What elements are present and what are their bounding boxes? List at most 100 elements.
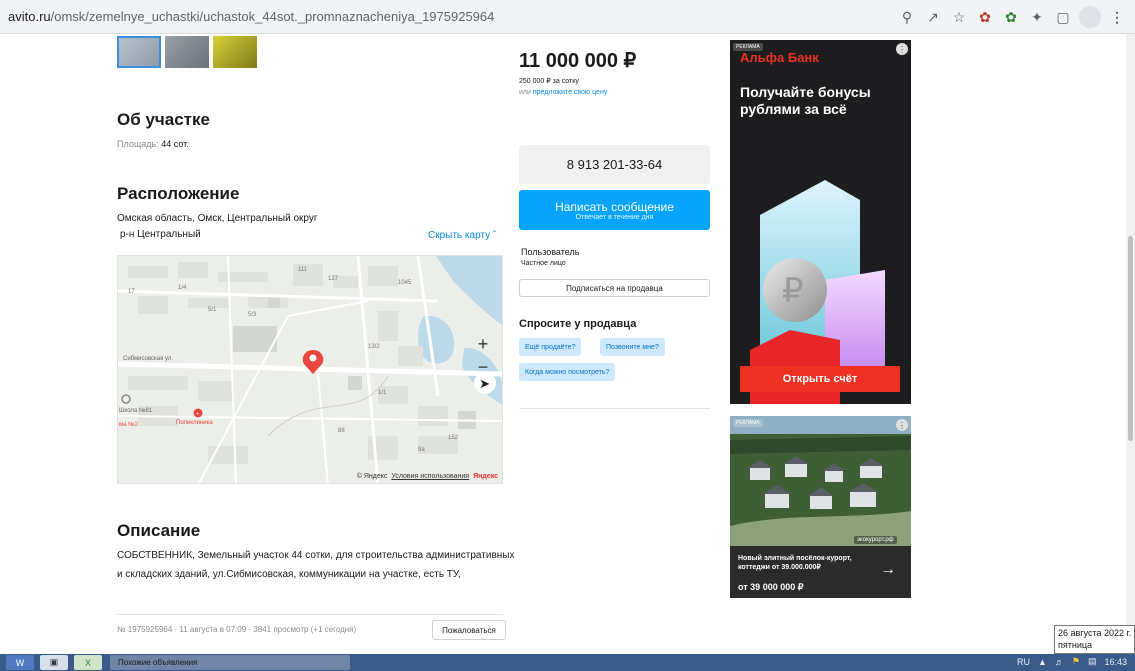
svg-text:5/1: 5/1	[208, 307, 217, 313]
listing-meta: № 1975925964 · 11 августа в 07:09 · 3841…	[117, 625, 357, 634]
open-account-button[interactable]: Открыть счёт	[740, 366, 900, 392]
word-app-icon[interactable]: W	[6, 655, 34, 670]
response-time: Отвечает в течение дня	[575, 213, 654, 221]
ad-more-icon[interactable]: ⋮	[896, 43, 908, 55]
zoom-in-button[interactable]: +	[478, 334, 489, 355]
language-indicator[interactable]: RU	[1017, 657, 1030, 667]
svg-text:152: 152	[448, 435, 459, 441]
zoom-icon[interactable]: ⚲	[897, 7, 917, 27]
quick-question-chip[interactable]: Позвоните мне?	[600, 338, 665, 356]
network-icon[interactable]: ▤	[1088, 656, 1097, 667]
cottage-village-ad[interactable]: РЕКЛАМА ⋮ экокурорт.рф Новый элитный пос…	[730, 416, 911, 598]
location-address: Омская область, Омск, Центральный округ	[117, 213, 318, 224]
active-window-button[interactable]: Похожие объявления	[110, 655, 350, 670]
map-school2-label: ма №2	[119, 422, 138, 428]
seller-name[interactable]: Пользователь	[521, 247, 579, 257]
description-title: Описание	[117, 521, 201, 540]
map-school-label: Школа №81	[119, 408, 153, 414]
yandex-logo: Яндекс	[473, 473, 498, 480]
alfa-bank-logo: Альфа Банк	[740, 50, 819, 65]
offer-price-link[interactable]: предложите свою цену	[533, 89, 607, 96]
navigation-arrow-icon[interactable]: ➤	[479, 376, 490, 392]
svg-text:9а: 9а	[418, 447, 425, 453]
photo-thumbnail[interactable]	[165, 36, 209, 68]
ad-headline: Получайте бонусы рублями за всё	[740, 84, 871, 117]
profile-icon[interactable]	[1079, 6, 1101, 28]
svg-text:13/2: 13/2	[368, 344, 380, 350]
ad-site-label: экокурорт.рф	[854, 536, 897, 544]
scrollbar-thumb[interactable]	[1128, 236, 1133, 441]
menu-icon[interactable]: ⋮	[1107, 7, 1127, 27]
offer-prefix: или	[519, 89, 531, 96]
map-terms-link[interactable]: Условия использования	[391, 473, 469, 480]
quick-question-chip[interactable]: Когда можно посмотреть?	[519, 363, 616, 381]
extension-icon[interactable]: ✿	[1001, 7, 1021, 27]
area-value: 44 сот.	[161, 139, 189, 149]
area-row: Площадь: 44 сот.	[117, 139, 189, 149]
url-domain: avito.ru	[8, 9, 51, 24]
url-path: /omsk/zemelnye_uchastki/uchastok_44sot._…	[50, 9, 495, 24]
write-message-button[interactable]: Написать сообщение Отвечает в течение дн…	[519, 190, 710, 230]
seller-type: Частное лицо	[521, 260, 566, 267]
photo-thumbnails	[117, 36, 257, 68]
address-bar[interactable]: avito.ru/omsk/zemelnye_uchastki/uchastok…	[8, 9, 494, 24]
explorer-app-icon[interactable]: ▣	[40, 655, 68, 670]
ask-seller-title: Спросите у продавца	[519, 318, 637, 330]
excel-app-icon[interactable]: X	[74, 655, 102, 670]
sidebar-icon[interactable]: ▢	[1053, 7, 1073, 27]
svg-text:111: 111	[298, 267, 308, 273]
complain-button[interactable]: Пожаловаться	[432, 620, 506, 640]
tray-arrow-icon[interactable]: ▲	[1038, 657, 1047, 667]
quick-question-chip[interactable]: Ещё продаёте?	[519, 338, 582, 356]
photo-thumbnail[interactable]	[213, 36, 257, 68]
svg-text:₽: ₽	[782, 272, 804, 310]
svg-text:88: 88	[338, 428, 345, 434]
zoom-out-button[interactable]: −	[478, 357, 489, 378]
area-label: Площадь:	[117, 139, 159, 149]
browser-toolbar: avito.ru/omsk/zemelnye_uchastki/uchastok…	[0, 0, 1135, 34]
bookmark-star-icon[interactable]: ☆	[949, 7, 969, 27]
write-message-label: Написать сообщение	[555, 199, 674, 214]
price-per-unit: 250 000 ₽ за сотку	[519, 78, 579, 85]
price-value: 11 000 000 ₽	[519, 50, 637, 72]
ad-photo	[730, 416, 911, 546]
hide-map-link[interactable]: Скрыть карту ˆ	[428, 230, 496, 241]
svg-text:17: 17	[128, 289, 135, 295]
svg-text:127: 127	[328, 276, 339, 282]
description-line: и складских зданий, ул.Сибмисовская, ком…	[117, 569, 461, 580]
location-district: р-н Центральный	[120, 229, 201, 240]
alfa-bank-ad[interactable]: ₽ РЕКЛАМА ⋮ Альфа Банк Получайте бонусы …	[730, 40, 911, 404]
tooltip-weekday: пятница	[1058, 640, 1093, 650]
map-canvas: + 111 5/1 127 1045 5/3 1/4 13/2 1/1 152 9а 88 17	[118, 256, 502, 483]
ad-label: РЕКЛАМА	[733, 419, 763, 427]
map-copyright: © Яндекс	[356, 473, 388, 480]
map-street-label: Сибмисовская ул.	[123, 356, 174, 362]
tooltip-date: 26 августа 2022 г.	[1058, 628, 1132, 638]
ad-more-icon[interactable]: ⋮	[896, 419, 908, 431]
subscribe-seller-button[interactable]: Подписаться на продавца	[519, 279, 710, 297]
show-phone-button[interactable]: 8 913 201-33-64	[519, 145, 710, 184]
svg-text:5/3: 5/3	[248, 312, 257, 318]
clock[interactable]: 16:43	[1104, 657, 1127, 667]
system-tray: RU ▲ ♬ ⚑ ▤ 16:43	[1017, 656, 1127, 667]
svg-text:1/1: 1/1	[378, 390, 387, 396]
extension-icon[interactable]: ✿	[975, 7, 995, 27]
date-tooltip: 26 августа 2022 г. пятница	[1054, 625, 1135, 654]
map-zoom-controls: + −	[472, 334, 494, 378]
svg-text:1045: 1045	[398, 280, 412, 286]
photo-thumbnail[interactable]	[117, 36, 161, 68]
volume-icon[interactable]: ♬	[1055, 657, 1064, 667]
ad-price: от 39 000 000 ₽	[738, 582, 804, 592]
offer-row: или предложите свою цену	[519, 89, 607, 96]
divider	[117, 614, 503, 615]
ad-text: Новый элитный посёлок-курорт, коттеджи о…	[738, 555, 852, 571]
description-line: СОБСТВЕННИК, Земельный участок 44 сотки,…	[117, 550, 515, 561]
map-clinic-label: Поликлиника	[176, 420, 213, 426]
arrow-right-icon[interactable]: →	[880, 561, 896, 579]
location-map[interactable]: + 111 5/1 127 1045 5/3 1/4 13/2 1/1 152 9а 88 17…	[117, 255, 503, 484]
os-taskbar: W ▣ X Похожие объявления RU ▲ ♬ ⚑ ▤ 16:4…	[0, 654, 1135, 671]
map-attribution: © Яндекс Условия использования Яндекс	[357, 473, 498, 480]
puzzle-icon[interactable]: ✦	[1027, 7, 1047, 27]
share-icon[interactable]: ↗	[923, 7, 943, 27]
flag-icon[interactable]: ⚑	[1072, 656, 1080, 667]
